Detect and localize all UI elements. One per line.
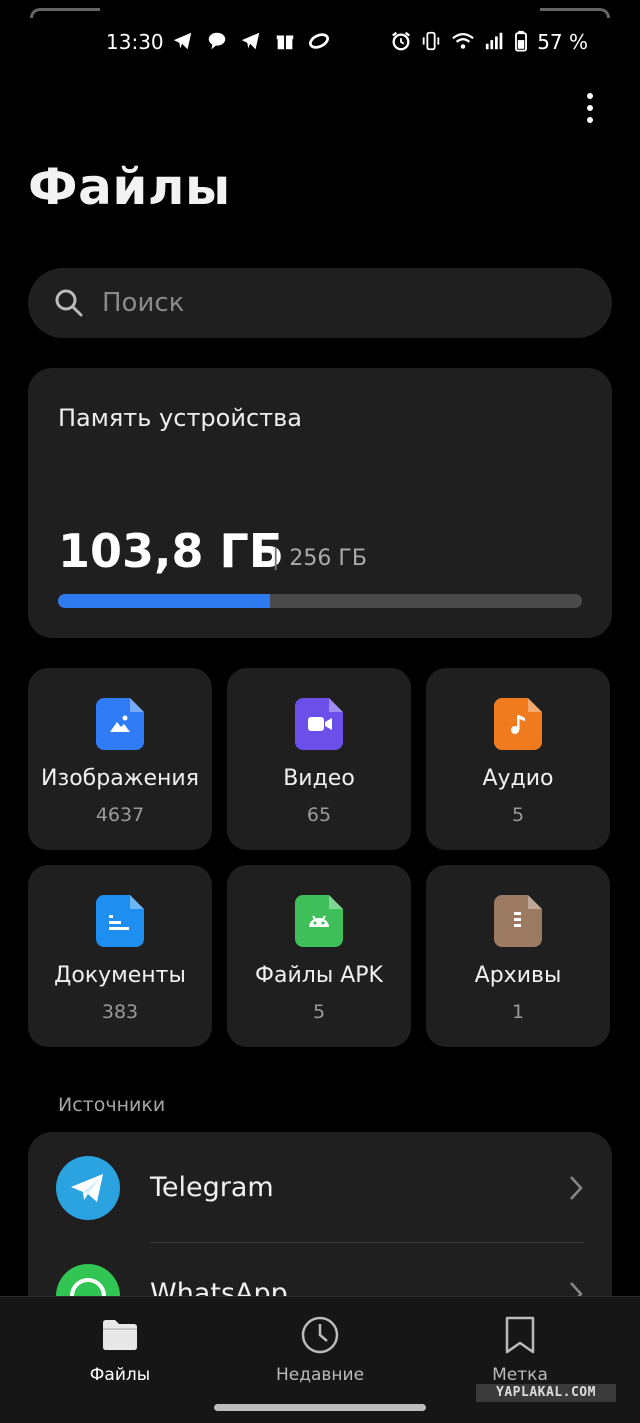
category-video[interactable]: Видео 65 [227, 668, 411, 850]
storage-total-wrap: | 256 ГБ [272, 546, 367, 571]
category-count: 4637 [95, 804, 145, 826]
folder-icon [103, 1320, 137, 1350]
telegram-icon [241, 32, 260, 50]
battery-percent: 57 % [537, 30, 588, 54]
nav-bookmarks[interactable]: Метка [430, 1313, 610, 1385]
category-grid: Изображения 4637 Видео 65 Аудио 5 Докуме… [28, 668, 612, 1047]
category-name: Изображения [41, 766, 199, 791]
image-icon [96, 698, 144, 750]
video-icon [295, 698, 343, 750]
wifi-icon [452, 32, 474, 49]
dot-icon [587, 93, 593, 99]
sources-label: Источники [58, 1094, 166, 1116]
clock-icon [301, 1316, 339, 1354]
category-name: Аудио [482, 766, 554, 791]
battery-icon [515, 30, 527, 52]
category-count: 65 [306, 804, 332, 826]
notification-icons [172, 30, 330, 52]
telegram-icon [173, 32, 192, 50]
category-documents[interactable]: Документы 383 [28, 865, 212, 1047]
search-icon [55, 289, 83, 317]
screen-corner-right [540, 8, 610, 18]
nav-label: Файлы [89, 1365, 151, 1385]
bookmark-icon [505, 1316, 535, 1354]
category-count: 1 [511, 1001, 525, 1023]
category-count: 383 [101, 1001, 139, 1023]
nav-recent[interactable]: Недавние [230, 1313, 410, 1385]
telegram-icon [56, 1156, 120, 1220]
nav-label: Недавние [275, 1365, 365, 1385]
storage-separator: | [272, 546, 280, 571]
chat-icon [208, 32, 226, 50]
category-images[interactable]: Изображения 4637 [28, 668, 212, 850]
watermark: YAPLAKAL.COM [476, 1384, 616, 1402]
alarm-icon [392, 31, 410, 51]
category-name: Архивы [474, 963, 562, 988]
storage-title: Память устройства [58, 404, 302, 432]
category-name: Файлы APK [255, 963, 383, 988]
more-options-button[interactable] [574, 88, 606, 128]
archive-icon [494, 895, 542, 947]
nav-label: Метка [492, 1365, 548, 1385]
storage-progress-fill [58, 594, 271, 608]
storage-progress-bar [58, 594, 582, 608]
device-storage-card[interactable]: Память устройства 103,8 ГБ | 256 ГБ [28, 368, 612, 638]
search-input[interactable] [102, 288, 562, 318]
storage-total: 256 ГБ [289, 546, 367, 571]
source-item-telegram[interactable]: Telegram [28, 1132, 612, 1243]
status-bar: 13:30 57 % [0, 0, 640, 80]
android-icon [295, 895, 343, 947]
music-icon [494, 698, 542, 750]
category-count: 5 [312, 1001, 326, 1023]
screen-corner-left [30, 8, 100, 18]
dot-icon [587, 105, 593, 111]
category-count: 5 [511, 804, 525, 826]
category-apk[interactable]: Файлы APK 5 [227, 865, 411, 1047]
gift-icon [276, 35, 294, 50]
vibrate-icon [422, 31, 440, 51]
signal-icon [485, 32, 503, 50]
storage-used: 103,8 ГБ [58, 524, 284, 578]
status-time: 13:30 [106, 30, 164, 54]
dot-icon [587, 117, 593, 123]
category-name: Видео [283, 766, 355, 791]
category-archives[interactable]: Архивы 1 [426, 865, 610, 1047]
ring-icon [308, 33, 330, 49]
page-title: Файлы [28, 158, 231, 216]
home-indicator[interactable] [214, 1404, 426, 1411]
source-name: Telegram [150, 1172, 274, 1203]
category-audio[interactable]: Аудио 5 [426, 668, 610, 850]
search-bar[interactable] [28, 268, 612, 338]
nav-files[interactable]: Файлы [30, 1313, 210, 1385]
document-icon [96, 895, 144, 947]
chevron-right-icon [570, 1176, 583, 1200]
system-icons [390, 30, 528, 52]
category-name: Документы [54, 963, 186, 988]
